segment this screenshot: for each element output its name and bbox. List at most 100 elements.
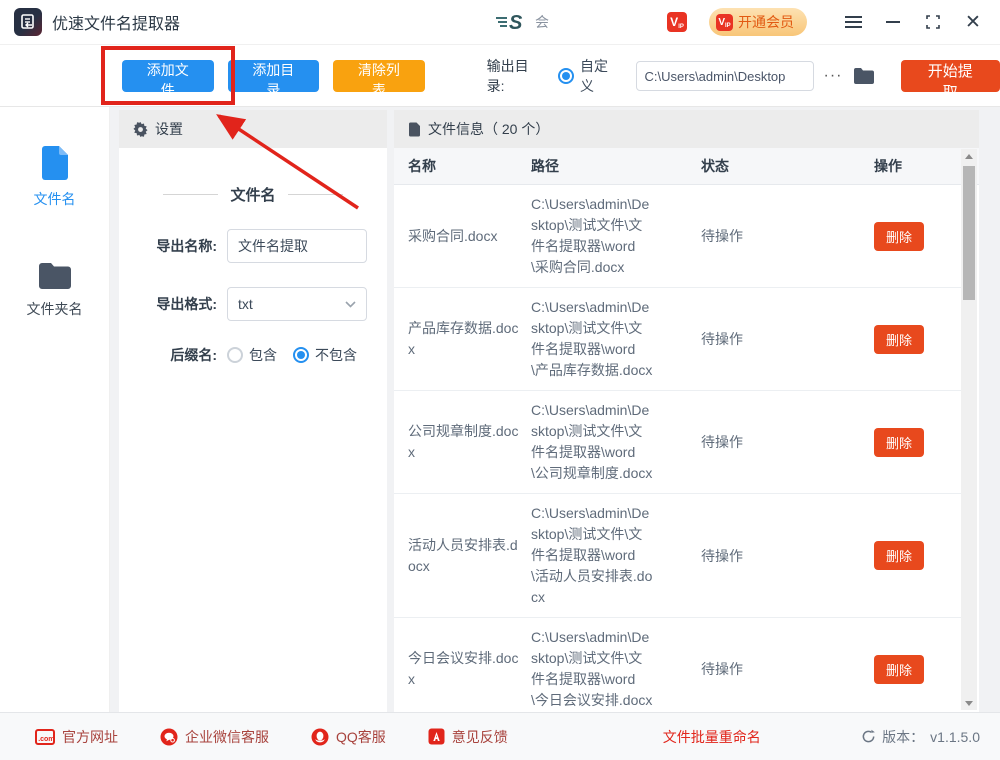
close-icon[interactable]: ✕ — [953, 0, 993, 45]
chevron-down-icon — [345, 301, 356, 308]
file-name-cell: 今日会议安排.docx — [408, 648, 531, 690]
sidebar-item-foldername[interactable]: 文件夹名 — [0, 261, 109, 319]
clear-list-button[interactable]: 清除列表 — [333, 60, 425, 92]
file-icon — [40, 145, 70, 181]
open-folder-icon[interactable] — [853, 67, 875, 85]
settings-panel: 设置 文件名 导出名称: 导出格式: txt — [119, 110, 387, 712]
vip-badge-icon: VIP — [716, 14, 733, 31]
document-icon — [408, 122, 421, 137]
radio-selected-icon — [293, 347, 309, 363]
export-name-input[interactable] — [227, 229, 367, 263]
export-format-select[interactable]: txt — [227, 287, 367, 321]
radio-unselected-icon — [227, 347, 243, 363]
batch-rename-link[interactable]: 文件批量重命名 — [663, 727, 761, 747]
table-header: 名称 路径 状态 操作 — [394, 148, 979, 185]
website-icon: .com — [35, 729, 55, 745]
official-site-link[interactable]: .com 官方网址 — [35, 727, 118, 747]
feedback-icon — [428, 728, 445, 745]
table-row: 采购合同.docx C:\Users\admin\Desktop\测试文件\文件… — [394, 185, 961, 288]
version-value: v1.1.5.0 — [930, 729, 980, 745]
file-path-cell: C:\Users\admin\Desktop\测试文件\文件名提取器\word\… — [531, 503, 701, 608]
add-directory-button[interactable]: 添加目录 — [228, 60, 320, 92]
refresh-icon[interactable] — [861, 729, 876, 744]
table-row: 今日会议安排.docx C:\Users\admin\Desktop\测试文件\… — [394, 618, 961, 712]
browse-more-button[interactable]: ··· — [824, 67, 843, 85]
table-body: 采购合同.docx C:\Users\admin\Desktop\测试文件\文件… — [394, 185, 961, 712]
delete-button[interactable]: 删除 — [874, 428, 924, 457]
minimize-icon[interactable] — [873, 0, 913, 45]
col-action: 操作 — [846, 156, 965, 176]
feedback-link[interactable]: 意见反馈 — [428, 727, 508, 747]
file-info-header: 文件信息（ 20 个） — [394, 110, 979, 148]
table-row: 产品库存数据.docx C:\Users\admin\Desktop\测试文件\… — [394, 288, 961, 391]
app-logo-icon — [14, 8, 42, 36]
output-dir-label: 输出目录: — [487, 56, 546, 96]
gear-icon — [133, 122, 148, 137]
export-format-row: 导出格式: txt — [119, 287, 387, 321]
wechat-support-link[interactable]: 企业微信客服 — [160, 727, 269, 747]
delete-button[interactable]: 删除 — [874, 325, 924, 354]
svg-text:.com: .com — [38, 736, 54, 743]
file-status-cell: 待操作 — [701, 432, 846, 452]
main-area: 文件名 文件夹名 设置 文件名 — [0, 107, 1000, 712]
file-info-panel: 文件信息（ 20 个） 名称 路径 状态 操作 采购合同.docx C:\Use… — [394, 110, 979, 712]
delete-button[interactable]: 删除 — [874, 222, 924, 251]
table-row: 公司规章制度.docx C:\Users\admin\Desktop\测试文件\… — [394, 391, 961, 494]
svg-text:S: S — [509, 12, 523, 33]
export-name-label: 导出名称: — [139, 236, 217, 256]
suffix-exclude-radio[interactable]: 不包含 — [293, 345, 357, 365]
wechat-icon — [160, 728, 178, 746]
scroll-up-icon[interactable] — [961, 149, 977, 163]
open-vip-button[interactable]: VIP 开通会员 — [709, 8, 807, 36]
file-path-cell: C:\Users\admin\Desktop\测试文件\文件名提取器\word\… — [531, 194, 701, 278]
start-extract-button[interactable]: 开始提取 — [901, 60, 1000, 92]
file-path-cell: C:\Users\admin\Desktop\测试文件\文件名提取器\word\… — [531, 297, 701, 381]
export-name-row: 导出名称: — [119, 229, 387, 263]
titlebar: 优速文件名提取器 S 会 VIP VIP 开通会员 — [0, 0, 1000, 45]
suffix-row: 后缀名: 包含 不包含 — [119, 345, 387, 365]
file-status-cell: 待操作 — [701, 659, 846, 679]
suffix-include-radio[interactable]: 包含 — [227, 345, 277, 365]
brand-area: S 会 — [495, 11, 549, 33]
sidebar-item-filename[interactable]: 文件名 — [0, 145, 109, 209]
maximize-icon[interactable] — [913, 0, 953, 45]
col-status: 状态 — [701, 156, 846, 176]
file-status-cell: 待操作 — [701, 226, 846, 246]
file-name-cell: 活动人员安排表.docx — [408, 535, 531, 577]
delete-button[interactable]: 删除 — [874, 655, 924, 684]
col-path: 路径 — [531, 156, 701, 176]
sidebar: 文件名 文件夹名 — [0, 107, 110, 712]
file-status-cell: 待操作 — [701, 329, 846, 349]
file-path-cell: C:\Users\admin\Desktop\测试文件\文件名提取器\word\… — [531, 400, 701, 484]
output-path-input[interactable] — [636, 61, 814, 91]
app-window: 优速文件名提取器 S 会 VIP VIP 开通会员 — [0, 0, 1000, 760]
footer: .com 官方网址 企业微信客服 QQ客服 意见反 — [0, 712, 1000, 760]
section-title: 文件名 — [230, 184, 275, 205]
vip-badge-icon[interactable]: VIP — [667, 12, 687, 32]
file-name-cell: 公司规章制度.docx — [408, 421, 531, 463]
version-label: 版本： — [882, 727, 924, 747]
custom-output-radio[interactable]: 自定义 — [558, 56, 621, 96]
app-title: 优速文件名提取器 — [52, 10, 180, 34]
radio-selected-icon — [558, 68, 574, 84]
menu-icon[interactable] — [833, 0, 873, 45]
scrollbar-thumb[interactable] — [963, 166, 975, 300]
table-row: 活动人员安排表.docx C:\Users\admin\Desktop\测试文件… — [394, 494, 961, 618]
vertical-scrollbar[interactable] — [961, 149, 977, 710]
qq-icon — [311, 728, 329, 746]
delete-button[interactable]: 删除 — [874, 541, 924, 570]
add-file-button[interactable]: 添加文件 — [122, 60, 214, 92]
col-name: 名称 — [408, 156, 531, 176]
settings-header: 设置 — [119, 110, 387, 148]
file-path-cell: C:\Users\admin\Desktop\测试文件\文件名提取器\word\… — [531, 627, 701, 711]
qq-support-link[interactable]: QQ客服 — [311, 727, 386, 747]
member-text: 会 — [535, 12, 549, 32]
file-status-cell: 待操作 — [701, 546, 846, 566]
section-divider: 文件名 — [119, 184, 387, 205]
version-info: 版本： v1.1.5.0 — [861, 727, 980, 747]
scroll-down-icon[interactable] — [961, 696, 977, 710]
file-name-cell: 产品库存数据.docx — [408, 318, 531, 360]
suffix-label: 后缀名: — [139, 345, 217, 365]
export-format-label: 导出格式: — [139, 294, 217, 314]
file-name-cell: 采购合同.docx — [408, 226, 531, 247]
